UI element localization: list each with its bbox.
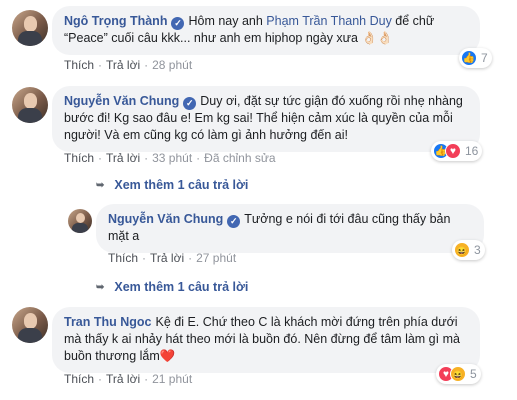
avatar-body [18, 107, 42, 123]
avatar-face [23, 93, 38, 109]
comment-actions: Thích · Trả lời · 33 phút · Đã chỉnh sửa [64, 151, 276, 165]
comment-bubble: Tran Thu Ngoc Kệ đi E. Chứ theo C là khác… [52, 307, 480, 373]
separator: · [144, 372, 149, 386]
like-icon: 👍 [461, 50, 477, 66]
separator: · [144, 58, 149, 72]
reaction-count: 3 [474, 243, 481, 257]
separator: · [144, 151, 149, 165]
comment-bubble: Nguyễn Văn Chung ✓ Duy ơi, đặt sự tức giận… [52, 86, 480, 152]
comment-bubble: Ngô Trọng Thành ✓ Hôm nay anh Phạm Trần Th… [52, 6, 480, 55]
separator: · [142, 251, 147, 265]
love-icon: ♥ [445, 143, 461, 159]
haha-icon: 😆 [450, 366, 466, 382]
view-more-replies[interactable]: ➥ Xem thêm 1 câu trả lời [96, 178, 248, 192]
reply-arrow-icon: ➥ [96, 180, 105, 191]
reaction-summary[interactable]: 😆 3 [452, 240, 485, 260]
comment-actions: Thích · Trả lời · 27 phút [108, 251, 236, 265]
separator: · [98, 372, 103, 386]
verified-badge-icon: ✓ [183, 97, 197, 110]
verified-badge-icon: ✓ [227, 215, 241, 228]
separator: · [98, 151, 103, 165]
view-more-label: Xem thêm 1 câu trả lời [114, 178, 249, 192]
like-button[interactable]: Thích [64, 151, 94, 165]
avatar-face [23, 16, 38, 32]
edited-label[interactable]: Đã chỉnh sửa [204, 151, 275, 165]
comment-author[interactable]: Nguyễn Văn Chung [108, 212, 223, 226]
view-more-label: Xem thêm 1 câu trả lời [114, 280, 249, 294]
avatar[interactable] [12, 87, 48, 123]
separator: · [196, 151, 201, 165]
like-button[interactable]: Thích [64, 58, 94, 72]
like-button[interactable]: Thích [108, 251, 138, 265]
separator: · [98, 58, 103, 72]
reply-button[interactable]: Trả lời [106, 372, 140, 386]
avatar-body [18, 30, 42, 46]
reaction-summary[interactable]: 👍 ♥ 16 [431, 141, 483, 161]
view-more-replies[interactable]: ➥ Xem thêm 1 câu trả lời [96, 280, 248, 294]
comment-time[interactable]: 21 phút [152, 372, 192, 386]
separator: · [188, 251, 193, 265]
reply-button[interactable]: Trả lời [106, 58, 140, 72]
comment-time[interactable]: 27 phút [196, 251, 236, 265]
reaction-count: 5 [470, 367, 477, 381]
reply-button[interactable]: Trả lời [150, 251, 184, 265]
comment-text-before: Hôm nay anh [188, 14, 267, 28]
avatar[interactable] [68, 209, 92, 233]
avatar[interactable] [12, 307, 48, 343]
haha-icon: 😆 [454, 242, 470, 258]
comment-actions: Thích · Trả lời · 28 phút [64, 58, 192, 72]
avatar-face [75, 213, 85, 224]
reaction-count: 16 [465, 144, 479, 158]
reaction-summary[interactable]: ♥ 😆 5 [436, 364, 481, 384]
comment-bubble: Nguyễn Văn Chung ✓ Tưởng e nói đi tới đâu … [96, 204, 484, 253]
reaction-count: 7 [481, 51, 488, 65]
comment-time[interactable]: 33 phút [152, 151, 192, 165]
reply-arrow-icon: ➥ [96, 282, 105, 293]
comment-author[interactable]: Tran Thu Ngoc [64, 315, 152, 329]
avatar-body [72, 222, 88, 233]
avatar-body [18, 327, 42, 343]
avatar[interactable] [12, 10, 48, 46]
reply-button[interactable]: Trả lời [106, 151, 140, 165]
avatar-face [23, 313, 38, 329]
comment-author[interactable]: Nguyễn Văn Chung [64, 94, 179, 108]
comment-actions: Thích · Trả lời · 21 phút [64, 372, 192, 386]
reaction-summary[interactable]: 👍 7 [459, 48, 492, 68]
comment-time[interactable]: 28 phút [152, 58, 192, 72]
verified-badge-icon: ✓ [171, 17, 185, 30]
comment-mention[interactable]: Phạm Trần Thanh Duy [266, 14, 392, 28]
comment-author[interactable]: Ngô Trọng Thành [64, 14, 167, 28]
like-button[interactable]: Thích [64, 372, 94, 386]
